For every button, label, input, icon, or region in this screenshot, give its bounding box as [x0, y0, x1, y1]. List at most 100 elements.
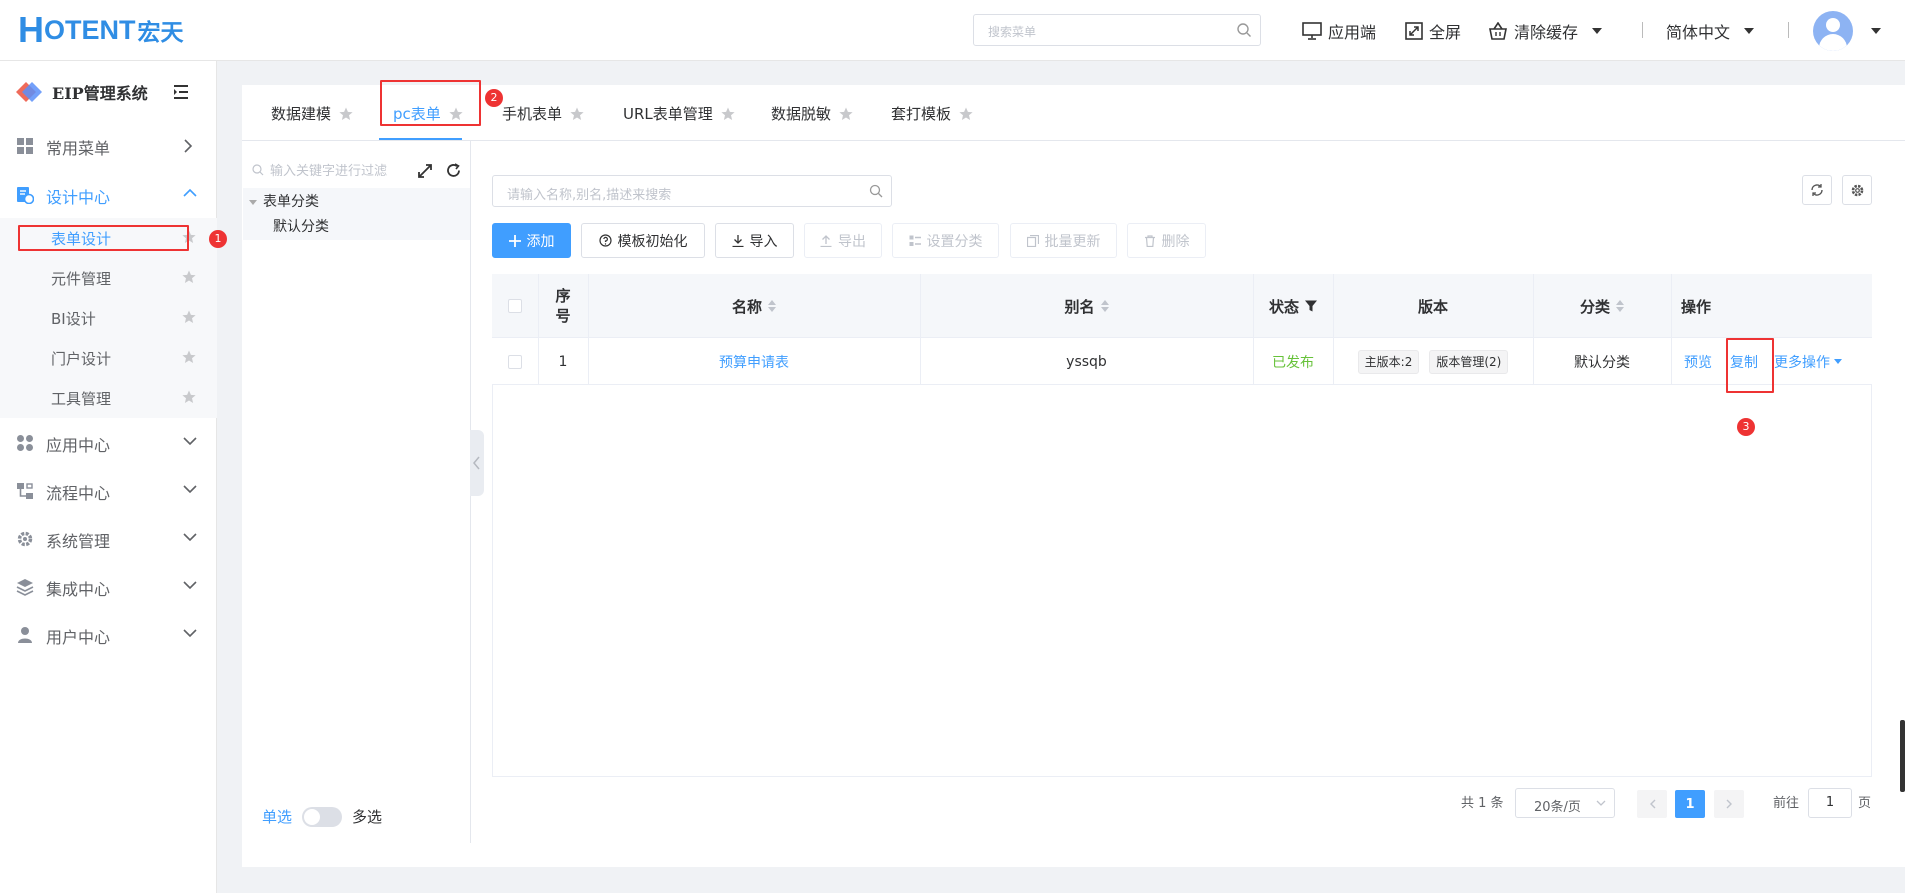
- star-icon[interactable]: [182, 390, 196, 404]
- star-icon[interactable]: [721, 107, 735, 121]
- prev-page-button[interactable]: [1637, 790, 1667, 818]
- search-icon: [252, 163, 264, 175]
- download-icon: [732, 234, 743, 247]
- user-avatar[interactable]: [1813, 11, 1853, 51]
- sidebar-item-user[interactable]: 用户中心: [0, 610, 217, 658]
- avatar-dropdown-icon[interactable]: [1871, 28, 1881, 34]
- select-all-checkbox[interactable]: [508, 299, 522, 313]
- menu-search-input[interactable]: 搜索菜单: [973, 14, 1261, 46]
- refresh-button[interactable]: [1802, 175, 1832, 205]
- settings-button[interactable]: [1842, 175, 1872, 205]
- tree-root-node[interactable]: 表单分类 默认分类: [243, 188, 470, 240]
- user-icon: [18, 627, 32, 643]
- chevron-left-icon: [473, 456, 480, 470]
- chevron-up-icon: [183, 188, 197, 197]
- refresh-icon[interactable]: [446, 163, 461, 178]
- pagination-total: 共 1 条: [1461, 796, 1504, 811]
- template-init-button[interactable]: 模板初始化: [581, 223, 705, 258]
- basket-icon: [1489, 22, 1507, 40]
- diamond-logo-icon: [16, 82, 42, 102]
- star-icon[interactable]: [839, 107, 853, 121]
- main-version-tag: 主版本:2: [1357, 349, 1420, 374]
- active-tab-indicator: [379, 138, 462, 140]
- tree-node-default[interactable]: 默认分类: [273, 216, 329, 236]
- expand-icon[interactable]: [418, 164, 432, 178]
- sidebar-item-apps[interactable]: 应用中心: [0, 418, 217, 466]
- star-icon[interactable]: [182, 270, 196, 284]
- cell-alias: yssqb: [1066, 353, 1107, 370]
- star-icon[interactable]: [959, 107, 973, 121]
- list-icon: [909, 235, 921, 246]
- select-mode-toggle[interactable]: 单选 多选: [262, 806, 382, 827]
- set-category-button[interactable]: 设置分类: [892, 223, 999, 258]
- sidebar-item-flow[interactable]: 流程中心: [0, 466, 217, 514]
- sort-icon[interactable]: [1616, 300, 1624, 312]
- import-button[interactable]: 导入: [715, 223, 794, 258]
- filter-icon[interactable]: [1305, 300, 1317, 312]
- language-select[interactable]: 简体中文: [1666, 19, 1755, 43]
- annotation-badge-1: 1: [209, 230, 227, 248]
- star-icon[interactable]: [182, 310, 196, 324]
- col-version: 版本: [1417, 297, 1448, 316]
- tab-data-modeling[interactable]: 数据建模: [271, 103, 353, 124]
- sidebar-item-system[interactable]: 系统管理: [0, 514, 217, 562]
- col-name[interactable]: 名称: [588, 274, 920, 338]
- panel-collapse-handle[interactable]: [470, 430, 484, 496]
- sidebar-item-design[interactable]: 设计中心: [0, 170, 217, 218]
- star-icon[interactable]: [570, 107, 584, 121]
- col-status[interactable]: 状态: [1253, 274, 1333, 338]
- row-checkbox[interactable]: [508, 354, 522, 369]
- export-button[interactable]: 导出: [804, 223, 882, 258]
- divider: [1642, 22, 1643, 38]
- next-page-button[interactable]: [1714, 790, 1744, 818]
- sidebar-item-integration[interactable]: 集成中心: [0, 562, 217, 610]
- star-icon[interactable]: [182, 350, 196, 364]
- list-search-input[interactable]: 请输入名称,别名,描述来搜索: [492, 175, 892, 207]
- apps-icon: [17, 435, 33, 451]
- chevron-down-icon: [183, 581, 197, 590]
- page-size-select[interactable]: 20条/页: [1515, 788, 1615, 818]
- sidebar-subitem-component[interactable]: 元件管理: [0, 258, 217, 298]
- chevron-left-icon: [1649, 799, 1655, 809]
- cell-name-link[interactable]: 预算申请表: [588, 338, 920, 385]
- preview-link[interactable]: 预览: [1684, 338, 1712, 385]
- design-icon: [17, 187, 34, 204]
- menu-fold-icon[interactable]: [173, 85, 189, 99]
- annotation-box-3: [1726, 338, 1774, 393]
- tab-data-masking[interactable]: 数据脱敏: [771, 103, 853, 124]
- batch-update-button[interactable]: 批量更新: [1010, 223, 1117, 258]
- sidebar-subitem-tools[interactable]: 工具管理: [0, 378, 217, 418]
- toggle-switch[interactable]: [302, 806, 343, 827]
- star-icon[interactable]: [339, 107, 353, 121]
- fullscreen-button[interactable]: 全屏: [1405, 19, 1461, 43]
- page-number-current[interactable]: 1: [1675, 790, 1705, 818]
- tab-print-template[interactable]: 套打模板: [891, 103, 973, 124]
- chevron-right-icon: [1726, 799, 1732, 809]
- trash-icon: [1144, 234, 1155, 247]
- tree-filter-input[interactable]: 输入关键字进行过滤: [252, 160, 387, 179]
- more-actions-dropdown[interactable]: 更多操作: [1774, 338, 1842, 385]
- page-scrollbar[interactable]: [1900, 720, 1905, 792]
- search-icon: [869, 184, 883, 202]
- clear-cache-button[interactable]: 清除缓存: [1488, 19, 1603, 43]
- sidebar-subitem-bi[interactable]: BI设计: [0, 298, 217, 338]
- tab-mobile-form[interactable]: 手机表单: [502, 103, 584, 124]
- monitor-icon: [1302, 22, 1322, 40]
- sidebar-subitem-portal[interactable]: 门户设计: [0, 338, 217, 378]
- layers-icon: [16, 579, 34, 596]
- chevron-right-icon: [184, 139, 193, 153]
- system-title: EIP管理系统: [14, 80, 189, 104]
- col-alias[interactable]: 别名: [920, 274, 1253, 338]
- upload-icon: [820, 234, 832, 247]
- app-end-button[interactable]: 应用端: [1302, 19, 1376, 43]
- annotation-badge-3: 3: [1737, 418, 1755, 436]
- version-management-tag[interactable]: 版本管理(2): [1429, 349, 1509, 374]
- add-button[interactable]: 添加: [492, 223, 571, 258]
- col-category[interactable]: 分类: [1533, 274, 1671, 338]
- goto-page-input[interactable]: 1: [1808, 788, 1852, 818]
- sidebar-item-common[interactable]: 常用菜单: [0, 121, 217, 169]
- tab-url-form[interactable]: URL表单管理: [623, 103, 735, 124]
- sort-icon[interactable]: [768, 300, 776, 312]
- delete-button[interactable]: 删除: [1127, 223, 1206, 258]
- sort-icon[interactable]: [1100, 300, 1109, 312]
